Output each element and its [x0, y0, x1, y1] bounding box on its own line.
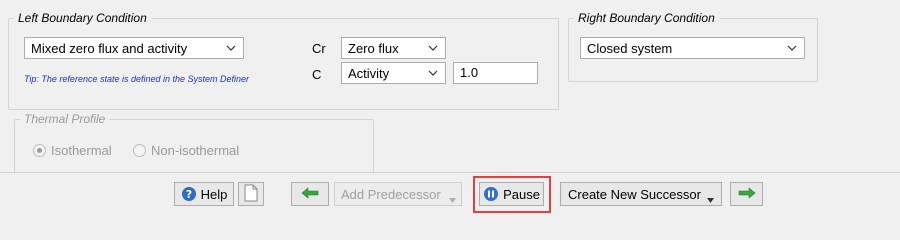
- chevron-down-icon: [225, 42, 237, 54]
- left-boundary-title: Left Boundary Condition: [14, 11, 151, 25]
- help-button[interactable]: ? Help: [174, 182, 234, 206]
- chevron-down-icon: [786, 42, 798, 54]
- chevron-down-icon: [449, 191, 456, 206]
- right-boundary-type-value: Closed system: [587, 40, 673, 56]
- thermal-profile-title: Thermal Profile: [20, 112, 110, 126]
- non-isothermal-label: Non-isothermal: [151, 143, 240, 158]
- help-label: Help: [200, 186, 228, 202]
- left-boundary-type-value: Mixed zero flux and activity: [31, 40, 188, 56]
- left-boundary-type-select[interactable]: Mixed zero flux and activity: [24, 37, 244, 59]
- element-label-cr: Cr: [312, 41, 326, 56]
- radio-selected-icon: [33, 144, 46, 157]
- add-predecessor-button[interactable]: Add Predecessor: [334, 182, 462, 206]
- create-new-successor-button[interactable]: Create New Successor: [560, 182, 722, 206]
- previous-button[interactable]: [291, 182, 329, 206]
- radio-unselected-icon: [133, 144, 146, 157]
- chevron-down-icon: [707, 191, 714, 206]
- arrow-left-icon: [301, 186, 319, 202]
- c-boundary-type-value: Activity: [348, 65, 390, 81]
- chevron-down-icon: [427, 67, 439, 79]
- cr-boundary-type-value: Zero flux: [348, 40, 399, 56]
- add-predecessor-label: Add Predecessor: [341, 186, 441, 202]
- right-boundary-type-select[interactable]: Closed system: [580, 37, 805, 59]
- c-activity-input[interactable]: 1.0: [453, 62, 538, 84]
- help-icon: ?: [181, 186, 197, 202]
- cr-boundary-type-select[interactable]: Zero flux: [341, 37, 446, 59]
- reference-state-tip: Tip: The reference state is defined in t…: [24, 74, 250, 84]
- create-new-successor-label: Create New Successor: [568, 186, 701, 202]
- arrow-right-icon: [738, 186, 756, 202]
- right-boundary-title: Right Boundary Condition: [574, 11, 719, 25]
- isothermal-radio[interactable]: Isothermal: [33, 143, 112, 158]
- element-label-c: C: [312, 67, 322, 82]
- svg-text:?: ?: [185, 188, 191, 201]
- document-button[interactable]: [238, 182, 264, 206]
- pause-highlight-frame: [473, 176, 551, 213]
- c-boundary-type-select[interactable]: Activity: [341, 62, 446, 84]
- next-button[interactable]: [730, 182, 763, 206]
- chevron-down-icon: [427, 42, 439, 54]
- document-icon: [244, 184, 258, 205]
- isothermal-label: Isothermal: [51, 143, 112, 158]
- non-isothermal-radio[interactable]: Non-isothermal: [133, 143, 239, 158]
